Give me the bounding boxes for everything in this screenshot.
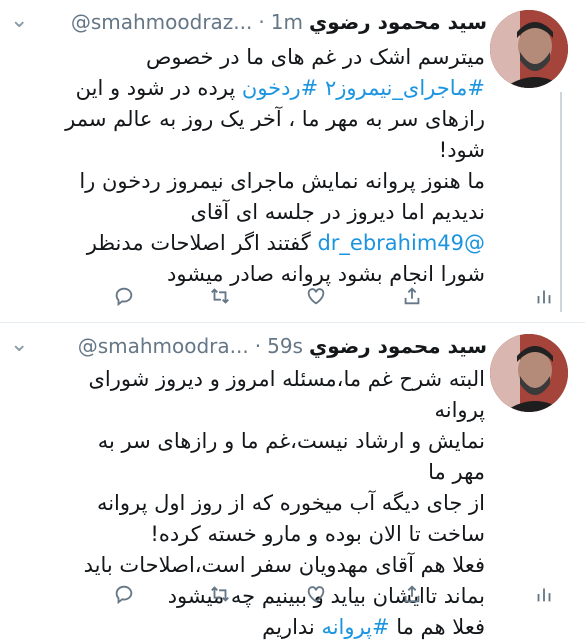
- tweet-line: فعلا هم آقای مهدویان سفر است،اصلاحات بای…: [60, 550, 485, 581]
- hashtag-link[interactable]: #پروانه: [321, 615, 389, 639]
- tweet-line: #ماجرای_نیمروز۲ #ردخون پرده در شود و این: [60, 73, 485, 104]
- timestamp[interactable]: 59s: [267, 334, 303, 358]
- analytics-icon[interactable]: [530, 282, 558, 310]
- tweet-line: ساخت تا الان بوده و مارو خسته کرده!: [60, 519, 485, 550]
- reply-icon[interactable]: [110, 282, 138, 310]
- tweet-text: ندیدیم اما دیروز در جلسه ای آقای: [190, 200, 485, 224]
- tweet-text: گفتند اگر اصلاحات مدنظر: [86, 231, 318, 255]
- thread-line: [560, 92, 562, 312]
- tweet-text: شود!: [438, 138, 485, 162]
- retweet-icon[interactable]: [206, 282, 234, 310]
- share-icon[interactable]: [398, 580, 426, 608]
- tweet-text: فعلا هم آقای مهدویان سفر است،اصلاحات بای…: [83, 553, 485, 577]
- analytics-icon[interactable]: [530, 580, 558, 608]
- tweet-line: میترسم اشک در غم های ما در خصوص: [60, 42, 485, 73]
- tweet-body: میترسم اشک در غم های ما در خصوص #ماجرای_ن…: [60, 42, 485, 290]
- tweet-text: البته شرح غم ما،مسئله امروز و دیروز شورا…: [88, 367, 485, 422]
- tweet-line: نمایش و ارشاد نیست،غم ما و رازهای سر به …: [60, 426, 485, 488]
- hashtag-link[interactable]: #ردخون: [242, 76, 318, 100]
- display-name[interactable]: سید محمود رضوي: [309, 334, 487, 358]
- tweet-text: [318, 76, 325, 100]
- avatar[interactable]: [490, 10, 568, 88]
- hashtag-link[interactable]: #ماجرای_نیمروز۲: [325, 76, 485, 100]
- tweet-line: البته شرح غم ما،مسئله امروز و دیروز شورا…: [60, 364, 485, 426]
- tweet-header: @smahmoodra... · 59s سید محمود رضوي: [78, 334, 487, 358]
- tweet-line: @dr_ebrahim49 گفتند اگر اصلاحات مدنظر: [60, 228, 485, 259]
- heart-icon[interactable]: [302, 282, 330, 310]
- tweet-line: فعلا هم ما #پروانه نداریم: [60, 612, 485, 643]
- tweet-text: ما هنوز پروانه نمایش ماجرای نیمروز ردخون…: [79, 169, 485, 193]
- tweet-text: پرده در شود و این: [75, 76, 242, 100]
- display-name[interactable]: سید محمود رضوي: [309, 10, 487, 34]
- user-handle[interactable]: @smahmoodra...: [78, 334, 249, 358]
- tweet-text: نداریم: [262, 615, 322, 639]
- chevron-down-icon[interactable]: ⌄: [10, 334, 28, 356]
- tweet-actions: [110, 580, 570, 608]
- avatar[interactable]: [490, 334, 568, 412]
- tweet-text: میترسم اشک در غم های ما در خصوص: [146, 45, 485, 69]
- divider: [0, 322, 585, 323]
- tweet-actions: [110, 282, 570, 310]
- tweet-text: رازهای سر به مهر ما ، آخر یک روز به عالم…: [65, 107, 485, 131]
- tweet-text: از جای دیگه آب میخوره که از روز اول پروا…: [96, 491, 485, 515]
- tweet-line: رازهای سر به مهر ما ، آخر یک روز به عالم…: [60, 104, 485, 135]
- separator-dot: ·: [254, 334, 262, 358]
- retweet-icon[interactable]: [206, 580, 234, 608]
- chevron-down-icon[interactable]: ⌄: [10, 10, 28, 32]
- reply-icon[interactable]: [110, 580, 138, 608]
- tweet-line: شود!: [60, 135, 485, 166]
- tweet-line: ندیدیم اما دیروز در جلسه ای آقای: [60, 197, 485, 228]
- share-icon[interactable]: [398, 282, 426, 310]
- tweet-text: ساخت تا الان بوده و مارو خسته کرده!: [150, 522, 485, 546]
- user-handle[interactable]: @smahmoodraz...: [71, 10, 253, 34]
- separator-dot: ·: [258, 10, 265, 34]
- tweet-line: ما هنوز پروانه نمایش ماجرای نیمروز ردخون…: [60, 166, 485, 197]
- tweet-text: فعلا هم ما: [389, 615, 485, 639]
- timestamp[interactable]: 1m: [271, 10, 303, 34]
- tweet-header: @smahmoodraz... · 1m سید محمود رضوي: [71, 10, 487, 34]
- mention-link[interactable]: @dr_ebrahim49: [317, 231, 485, 255]
- heart-icon[interactable]: [302, 580, 330, 608]
- tweet-line: از جای دیگه آب میخوره که از روز اول پروا…: [60, 488, 485, 519]
- tweet-text: نمایش و ارشاد نیست،غم ما و رازهای سر به …: [97, 429, 485, 484]
